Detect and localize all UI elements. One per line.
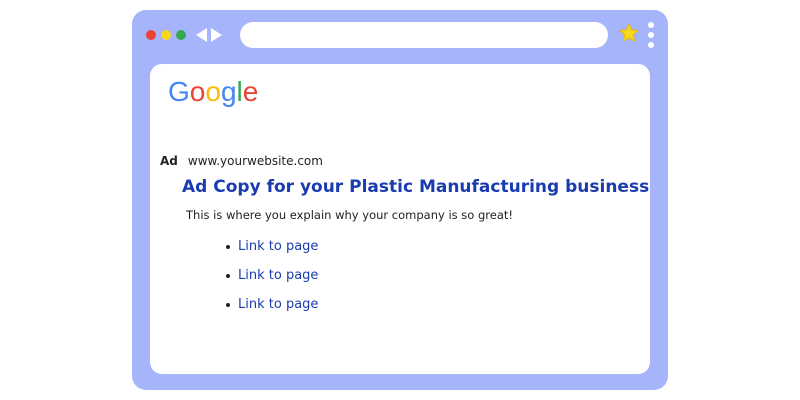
list-item: Link to page [226, 290, 318, 319]
bullet-icon [226, 302, 230, 307]
sitelinks-list: Link to page Link to page Link to page [226, 232, 318, 319]
ad-description: This is where you explain why your compa… [186, 208, 513, 222]
maximize-dot[interactable] [176, 30, 186, 40]
bullet-icon [226, 244, 230, 249]
minimize-dot[interactable] [161, 30, 171, 40]
sitelink[interactable]: Link to page [238, 261, 318, 290]
navigation-arrows [196, 28, 222, 42]
logo-letter: o [205, 76, 221, 107]
google-logo: Google [168, 78, 258, 106]
logo-letter: G [168, 76, 190, 107]
bullet-icon [226, 273, 230, 278]
arrow-right-icon[interactable] [211, 28, 222, 42]
ad-title[interactable]: Ad Copy for your Plastic Manufacturing b… [182, 177, 649, 197]
browser-window: Google Ad www.yourwebsite.com Ad Copy fo… [132, 10, 668, 390]
list-item: Link to page [226, 261, 318, 290]
logo-letter: o [189, 76, 206, 107]
logo-letter: g [220, 76, 237, 107]
address-bar[interactable] [240, 22, 608, 48]
window-controls [146, 30, 186, 40]
sitelink[interactable]: Link to page [238, 232, 318, 261]
ad-label: Ad [160, 154, 178, 168]
close-dot[interactable] [146, 30, 156, 40]
sitelink[interactable]: Link to page [238, 290, 318, 319]
list-item: Link to page [226, 232, 318, 261]
page-content: Google Ad www.yourwebsite.com Ad Copy fo… [150, 64, 650, 374]
kebab-menu-icon[interactable] [648, 22, 654, 48]
ad-url[interactable]: www.yourwebsite.com [188, 154, 323, 168]
ad-header: Ad www.yourwebsite.com [160, 154, 323, 168]
star-icon[interactable] [618, 22, 640, 44]
arrow-left-icon[interactable] [196, 28, 207, 42]
logo-letter: e [242, 76, 259, 107]
